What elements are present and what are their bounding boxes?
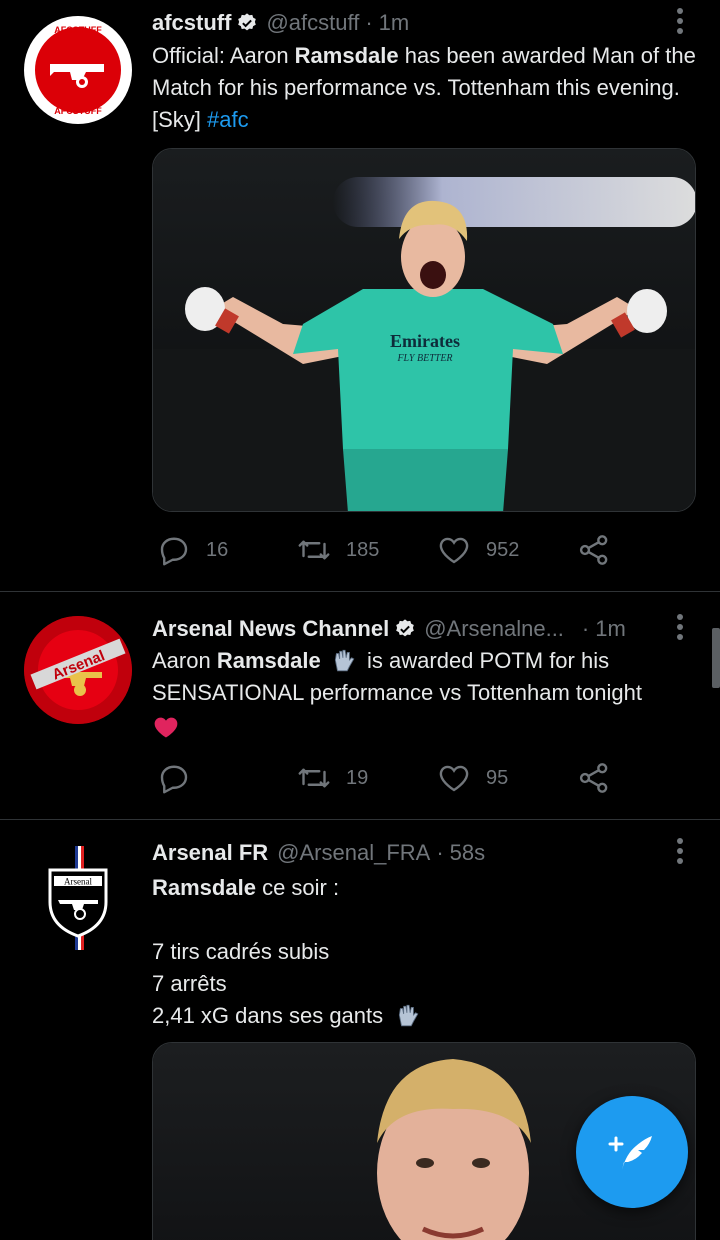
separator-dot: · xyxy=(436,840,444,865)
like-count: 95 xyxy=(486,766,509,789)
retweet-button[interactable]: 19 xyxy=(296,758,368,798)
compose-tweet-button[interactable] xyxy=(576,1096,688,1208)
tweet-photo-goalkeeper-celebration[interactable]: Emirates FLY BETTER xyxy=(152,148,696,512)
like-button[interactable]: 95 xyxy=(436,758,508,798)
tweet-text: Aaron Ramsdale is awarded POTM for his S… xyxy=(152,645,700,744)
like-count: 952 xyxy=(486,538,520,561)
retweet-button[interactable]: 185 xyxy=(296,530,379,570)
share-icon xyxy=(579,763,608,793)
svg-text:Emirates: Emirates xyxy=(390,331,460,351)
red-heart-emoji-icon xyxy=(154,717,178,738)
gloves-emoji-icon xyxy=(334,649,355,672)
svg-text:AFCSTUFF: AFCSTUFF xyxy=(54,25,102,35)
tweet-header: Arsenal News Channel @Arsenalne... · 1m xyxy=(152,614,662,644)
tweet-text: Official: Aaron Ramsdale has been awarde… xyxy=(152,43,696,132)
separator-dot: · xyxy=(365,10,373,35)
tweet-actions: 16 185 952 xyxy=(152,530,622,570)
feather-plus-icon xyxy=(608,1136,652,1170)
tweet-text: Ramsdale ce soir : 7 tirs cadrés subis 7… xyxy=(152,872,700,1032)
user-handle[interactable]: @Arsenalne... xyxy=(424,616,564,642)
more-options-icon[interactable] xyxy=(668,6,692,36)
avatar-arsenal-fr[interactable]: Arsenal xyxy=(24,844,132,952)
share-icon xyxy=(579,535,608,565)
reply-button[interactable]: 16 xyxy=(156,530,228,570)
display-name[interactable]: Arsenal FR xyxy=(152,840,268,866)
share-button[interactable] xyxy=(576,530,612,570)
tweet-header: afcstuff @afcstuff · 1m xyxy=(152,8,632,38)
tweet-arsenal-news-channel[interactable]: Arsenal Arsenal News Channel @Arsenalne.… xyxy=(0,592,720,818)
retweet-count: 185 xyxy=(346,538,380,561)
afcstuff-logo: AFCSTUFF AFCSTUFF xyxy=(26,18,130,122)
separator-dot: · xyxy=(581,616,590,641)
timestamp[interactable]: 1m xyxy=(595,616,626,642)
heart-icon xyxy=(439,765,469,792)
like-button[interactable]: 952 xyxy=(436,530,519,570)
more-options-icon[interactable] xyxy=(668,836,692,866)
timestamp[interactable]: 58s xyxy=(450,840,485,866)
arsenal-fr-crest-logo: Arsenal xyxy=(48,846,108,950)
svg-text:AFCSTUFF: AFCSTUFF xyxy=(54,106,102,116)
tweet-header: Arsenal FR @Arsenal_FRA · 58s xyxy=(152,838,632,868)
stat-line: 7 arrêts xyxy=(152,971,227,996)
svg-text:Arsenal: Arsenal xyxy=(64,877,92,887)
speech-bubble-icon xyxy=(160,537,188,566)
more-options-icon[interactable] xyxy=(668,612,692,642)
photo-goalkeeper: Emirates FLY BETTER xyxy=(153,149,695,511)
timestamp[interactable]: 1m xyxy=(379,10,410,36)
tweet-afcstuff[interactable]: AFCSTUFF AFCSTUFF afcstuff @afcstuff · 1… xyxy=(0,0,720,590)
display-name[interactable]: Arsenal News Channel xyxy=(152,616,389,642)
user-handle[interactable]: @Arsenal_FRA xyxy=(277,840,430,866)
hashtag-link[interactable]: #afc xyxy=(207,107,249,132)
verified-badge-icon xyxy=(396,619,414,637)
avatar-afcstuff[interactable]: AFCSTUFF AFCSTUFF xyxy=(24,16,132,124)
display-name[interactable]: afcstuff xyxy=(152,10,231,36)
retweet-icon xyxy=(298,768,330,788)
stat-line: 2,41 xG dans ses gants xyxy=(152,1000,700,1032)
reply-button[interactable] xyxy=(156,758,206,798)
heart-icon xyxy=(439,537,469,564)
reply-count: 16 xyxy=(206,538,229,561)
share-button[interactable] xyxy=(576,758,612,798)
speech-bubble-icon xyxy=(160,765,188,794)
avatar-arsenal-news-channel[interactable]: Arsenal xyxy=(24,616,132,724)
arsenal-crest-logo: Arsenal xyxy=(24,616,132,724)
gloves-emoji-icon xyxy=(399,1004,419,1027)
verified-badge-icon xyxy=(238,13,257,31)
retweet-icon xyxy=(298,540,330,560)
scrollbar-thumb[interactable] xyxy=(712,628,720,688)
svg-text:FLY BETTER: FLY BETTER xyxy=(396,353,452,364)
retweet-count: 19 xyxy=(346,766,369,789)
stat-line: 7 tirs cadrés subis xyxy=(152,939,330,964)
tweet-actions: 19 95 xyxy=(152,758,622,798)
user-handle[interactable]: @afcstuff xyxy=(266,10,359,36)
